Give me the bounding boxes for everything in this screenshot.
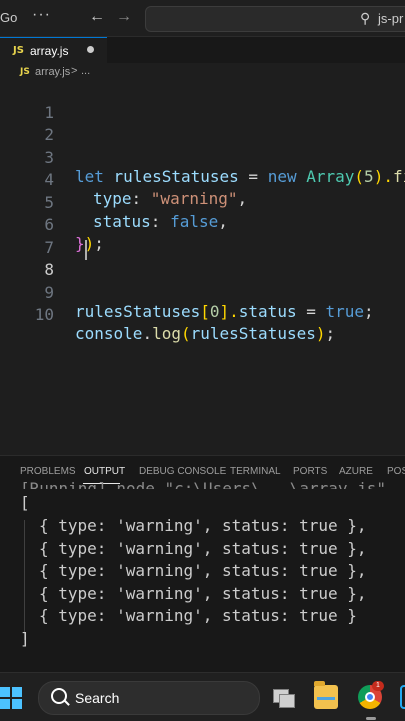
code-line: 2 — [0, 106, 405, 144]
tab-terminal[interactable]: TERMINAL — [230, 466, 281, 477]
code-line-active: 8 — [0, 241, 405, 279]
tab-problems[interactable]: PROBLEMS — [20, 466, 76, 477]
taskbar-search-label: Search — [75, 690, 120, 706]
tab-label: array.js — [30, 44, 69, 58]
code-line: 5 status: false, — [0, 174, 405, 231]
file-explorer-icon[interactable] — [314, 681, 338, 709]
output-open-bracket: [ — [20, 493, 30, 512]
notification-badge: 1 — [372, 681, 384, 691]
code-line: 7 — [0, 219, 405, 257]
forward-arrow-icon[interactable]: → — [116, 8, 132, 26]
breadcrumb: JS array.js > ... — [0, 63, 405, 83]
output-entry: { type: 'warning', status: true }, — [39, 561, 367, 580]
js-file-icon: JS — [13, 45, 24, 56]
code-text: console.log(rulesStatuses); — [75, 324, 336, 343]
output-entry: { type: 'warning', status: true }, — [39, 584, 367, 603]
code-line: 9 rulesStatuses[0].status = true; — [0, 264, 405, 321]
editor-tab-bar: JS array.js — [0, 37, 405, 64]
command-center-text: js-pr — [378, 11, 404, 26]
task-view-icon[interactable] — [271, 685, 295, 709]
command-center-search[interactable]: ⚲ js-pr — [145, 6, 405, 32]
js-file-icon: JS — [20, 67, 30, 77]
indent-guide — [24, 520, 25, 640]
code-line: 1 — [0, 84, 405, 122]
back-arrow-icon[interactable]: ← — [89, 8, 105, 26]
tab-azure[interactable]: AZURE — [339, 466, 373, 477]
output-entry: { type: 'warning', status: true }, — [39, 539, 367, 558]
menu-go[interactable]: Go — [0, 10, 17, 25]
output-run-line: [Running] node "c:\Users\...\array.js" — [20, 479, 387, 489]
breadcrumb-separator: > — [71, 65, 78, 77]
output-close-bracket: ] — [20, 629, 30, 648]
more-menu-icon[interactable]: ··· — [32, 6, 51, 24]
line-number: 10 — [34, 305, 54, 324]
tab-postman[interactable]: POS — [387, 466, 405, 477]
breadcrumb-symbols[interactable]: ... — [81, 65, 90, 77]
tab-debug-console[interactable]: DEBUG CONSOLE — [139, 466, 226, 477]
output-entry: { type: 'warning', status: true } — [39, 606, 357, 625]
code-editor[interactable]: 1 2 3 let rulesStatuses = new Array(5).f… — [0, 83, 405, 455]
search-icon — [51, 688, 67, 704]
output-entry: { type: 'warning', status: true }, — [39, 516, 367, 535]
title-bar: Go ··· ← → ⚲ js-pr — [0, 0, 405, 37]
windows-start-icon[interactable] — [0, 687, 22, 709]
output-console[interactable]: [Running] node "c:\Users\...\array.js" [… — [0, 479, 405, 673]
code-line: 3 let rulesStatuses = new Array(5).fil — [0, 129, 405, 186]
tab-ports[interactable]: PORTS — [293, 466, 327, 477]
taskbar-search[interactable]: Search — [38, 681, 260, 715]
breadcrumb-file[interactable]: array.js — [35, 66, 70, 78]
code-line: 6 }); — [0, 196, 405, 253]
text-cursor — [85, 240, 87, 260]
code-line: 10 console.log(rulesStatuses); — [0, 286, 405, 343]
code-line: 4 type: "warning", — [0, 151, 405, 208]
tab-output[interactable]: OUTPUT — [84, 466, 125, 477]
unsaved-dot-icon[interactable] — [87, 46, 94, 53]
windows-taskbar: Search 1 — [0, 672, 405, 721]
bottom-panel: PROBLEMS OUTPUT DEBUG CONSOLE TERMINAL P… — [0, 455, 405, 673]
search-icon: ⚲ — [360, 10, 371, 26]
vscode-icon[interactable] — [400, 685, 405, 709]
tab-array-js[interactable]: JS array.js — [0, 37, 107, 64]
